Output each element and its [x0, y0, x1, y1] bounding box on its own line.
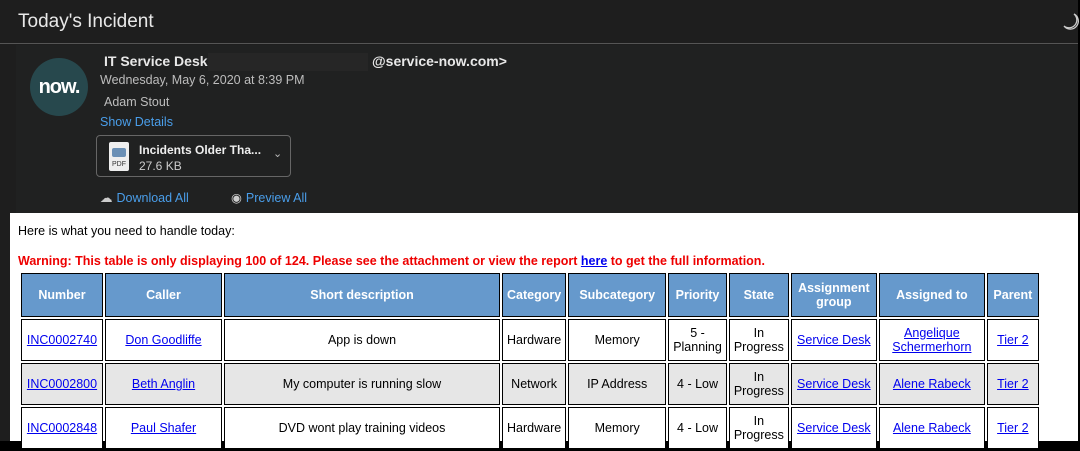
cell-link[interactable]: Tier 2 [997, 377, 1029, 391]
cloud-download-icon: ☁ [100, 191, 113, 205]
cell-link[interactable]: Angelique Schermerhorn [892, 326, 971, 354]
mail-window: Today's Incident now. IT Service Desk @s… [0, 0, 1080, 449]
download-all-label: Download All [116, 191, 189, 205]
table-cell: INC0002800 [21, 363, 103, 405]
incident-table: Number Caller Short description Category Sub… [19, 271, 1041, 451]
title-bar: Today's Incident [0, 0, 1080, 44]
table-cell: Paul Shafer [105, 407, 222, 449]
download-all-button[interactable]: ☁ Download All [100, 190, 189, 205]
table-cell: 5 - Planning [668, 319, 727, 361]
intro-text: Here is what you need to handle today: [18, 224, 235, 238]
attachment-size: 27.6 KB [139, 159, 182, 173]
table-cell: Memory [568, 407, 667, 449]
eye-icon: ◉ [231, 191, 242, 205]
column-header: Number [21, 273, 103, 317]
chevron-down-icon[interactable]: ⌄ [273, 147, 282, 160]
table-row: INC0002848 Paul Shafer DVD wont play train… [21, 407, 1039, 449]
message-body: Here is what you need to handle today: W… [10, 213, 1078, 449]
cell-link[interactable]: Paul Shafer [131, 421, 196, 435]
warning-pre: Warning: This table is only displaying 1… [18, 254, 581, 268]
table-cell: Service Desk [790, 319, 877, 361]
table-cell: Alene Rabeck [878, 407, 985, 449]
table-cell: DVD wont play training videos [224, 407, 500, 449]
table-cell: In Progress [728, 319, 789, 361]
table-cell: Hardware [502, 407, 567, 449]
table-cell: Alene Rabeck [878, 363, 985, 405]
table-cell: Service Desk [790, 407, 877, 449]
message-date: Wednesday, May 6, 2020 at 8:39 PM [100, 73, 305, 87]
report-link[interactable]: here [581, 254, 607, 268]
attachment-card[interactable]: PDF Incidents Older Tha... 27.6 KB ⌄ [96, 135, 291, 177]
table-cell: Tier 2 [986, 363, 1039, 405]
cell-link[interactable]: Tier 2 [997, 333, 1029, 347]
table-cell: Network [502, 363, 567, 405]
table-cell: Angelique Schermerhorn [878, 319, 985, 361]
table-cell: 4 - Low [668, 407, 727, 449]
column-header: Caller [105, 273, 222, 317]
table-cell: INC0002848 [21, 407, 103, 449]
table-cell: IP Address [568, 363, 667, 405]
table-cell: In Progress [728, 407, 789, 449]
table-cell: App is down [224, 319, 500, 361]
table-cell: Service Desk [790, 363, 877, 405]
message-header [16, 45, 1078, 213]
cell-link[interactable]: Alene Rabeck [893, 421, 971, 435]
table-cell: Tier 2 [986, 407, 1039, 449]
pdf-file-icon: PDF [109, 142, 129, 171]
column-header: Parent [986, 273, 1039, 317]
cell-link[interactable]: Beth Anglin [132, 377, 195, 391]
cell-link[interactable]: Don Goodliffe [125, 333, 201, 347]
column-header: Category [502, 273, 567, 317]
cell-link[interactable]: Alene Rabeck [893, 377, 971, 391]
table-cell: Beth Anglin [105, 363, 222, 405]
sender-avatar: now. [30, 58, 88, 116]
column-header: State [728, 273, 789, 317]
sender-name: IT Service Desk [104, 53, 208, 69]
window-title: Today's Incident [18, 11, 154, 32]
column-header: Assigned to [878, 273, 985, 317]
table-cell: 4 - Low [668, 363, 727, 405]
table-cell: Don Goodliffe [105, 319, 222, 361]
recipient: Adam Stout [104, 95, 170, 109]
cell-link[interactable]: Service Desk [797, 421, 871, 435]
table-cell: In Progress [728, 363, 789, 405]
table-cell: Tier 2 [986, 319, 1039, 361]
show-details-link[interactable]: Show Details [100, 115, 173, 129]
cell-link[interactable]: INC0002800 [27, 377, 97, 391]
table-cell: Hardware [502, 319, 567, 361]
cell-link[interactable]: Tier 2 [997, 421, 1029, 435]
column-header: Assignment group [790, 273, 877, 317]
redacted-email [208, 53, 368, 71]
preview-all-button[interactable]: ◉ Preview All [231, 190, 307, 205]
column-header: Short description [224, 273, 500, 317]
moon-icon[interactable] [1062, 12, 1080, 32]
column-header: Priority [668, 273, 727, 317]
warning-text: Warning: This table is only displaying 1… [18, 254, 765, 268]
table-row: INC0002740 Don Goodliffe App is down Hardwa… [21, 319, 1039, 361]
cell-link[interactable]: Service Desk [797, 333, 871, 347]
table-cell: Memory [568, 319, 667, 361]
sender-email: @service-now.com> [372, 53, 507, 69]
table-header-row: Number Caller Short description Category Sub… [21, 273, 1039, 317]
table-cell: INC0002740 [21, 319, 103, 361]
cell-link[interactable]: INC0002848 [27, 421, 97, 435]
table-cell: My computer is running slow [224, 363, 500, 405]
cell-link[interactable]: Service Desk [797, 377, 871, 391]
cell-link[interactable]: INC0002740 [27, 333, 97, 347]
table-row: INC0002800 Beth Anglin My computer is runn… [21, 363, 1039, 405]
column-header: Subcategory [568, 273, 667, 317]
warning-post: to get the full information. [607, 254, 765, 268]
attachment-name: Incidents Older Tha... [139, 143, 262, 157]
preview-all-label: Preview All [245, 191, 308, 205]
